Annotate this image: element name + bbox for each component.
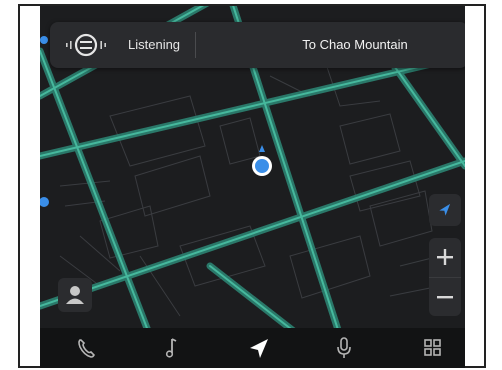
phone-icon [78,339,95,358]
voice-status-label: Listening [128,37,181,52]
microphone-icon [337,337,351,358]
locate-button[interactable] [429,194,461,226]
zoom-in-button[interactable] [429,238,461,277]
destination-label[interactable]: To Chao Mountain [260,37,450,52]
compass-icon [439,203,451,216]
nav-navigation-button[interactable] [228,328,288,368]
person-icon [66,286,84,304]
navigation-arrow-icon [250,339,268,358]
divider [195,32,196,58]
minus-icon [437,296,453,299]
zoom-control [429,238,461,316]
nav-apps-button[interactable] [402,328,462,368]
music-note-icon [165,338,177,358]
plus-icon [437,249,453,265]
zoom-out-button[interactable] [429,277,461,316]
profile-button[interactable] [58,278,92,312]
nav-phone-button[interactable] [56,328,116,368]
nav-music-button[interactable] [141,328,201,368]
voice-status-bar[interactable]: Listening To Chao Mountain [50,22,465,68]
car-display: Listening To Chao Mountain [40,6,465,368]
bottom-nav-bar [40,328,465,368]
voice-assistant-icon[interactable] [64,32,108,58]
grid-icon [424,339,441,356]
nav-voice-button[interactable] [314,328,374,368]
